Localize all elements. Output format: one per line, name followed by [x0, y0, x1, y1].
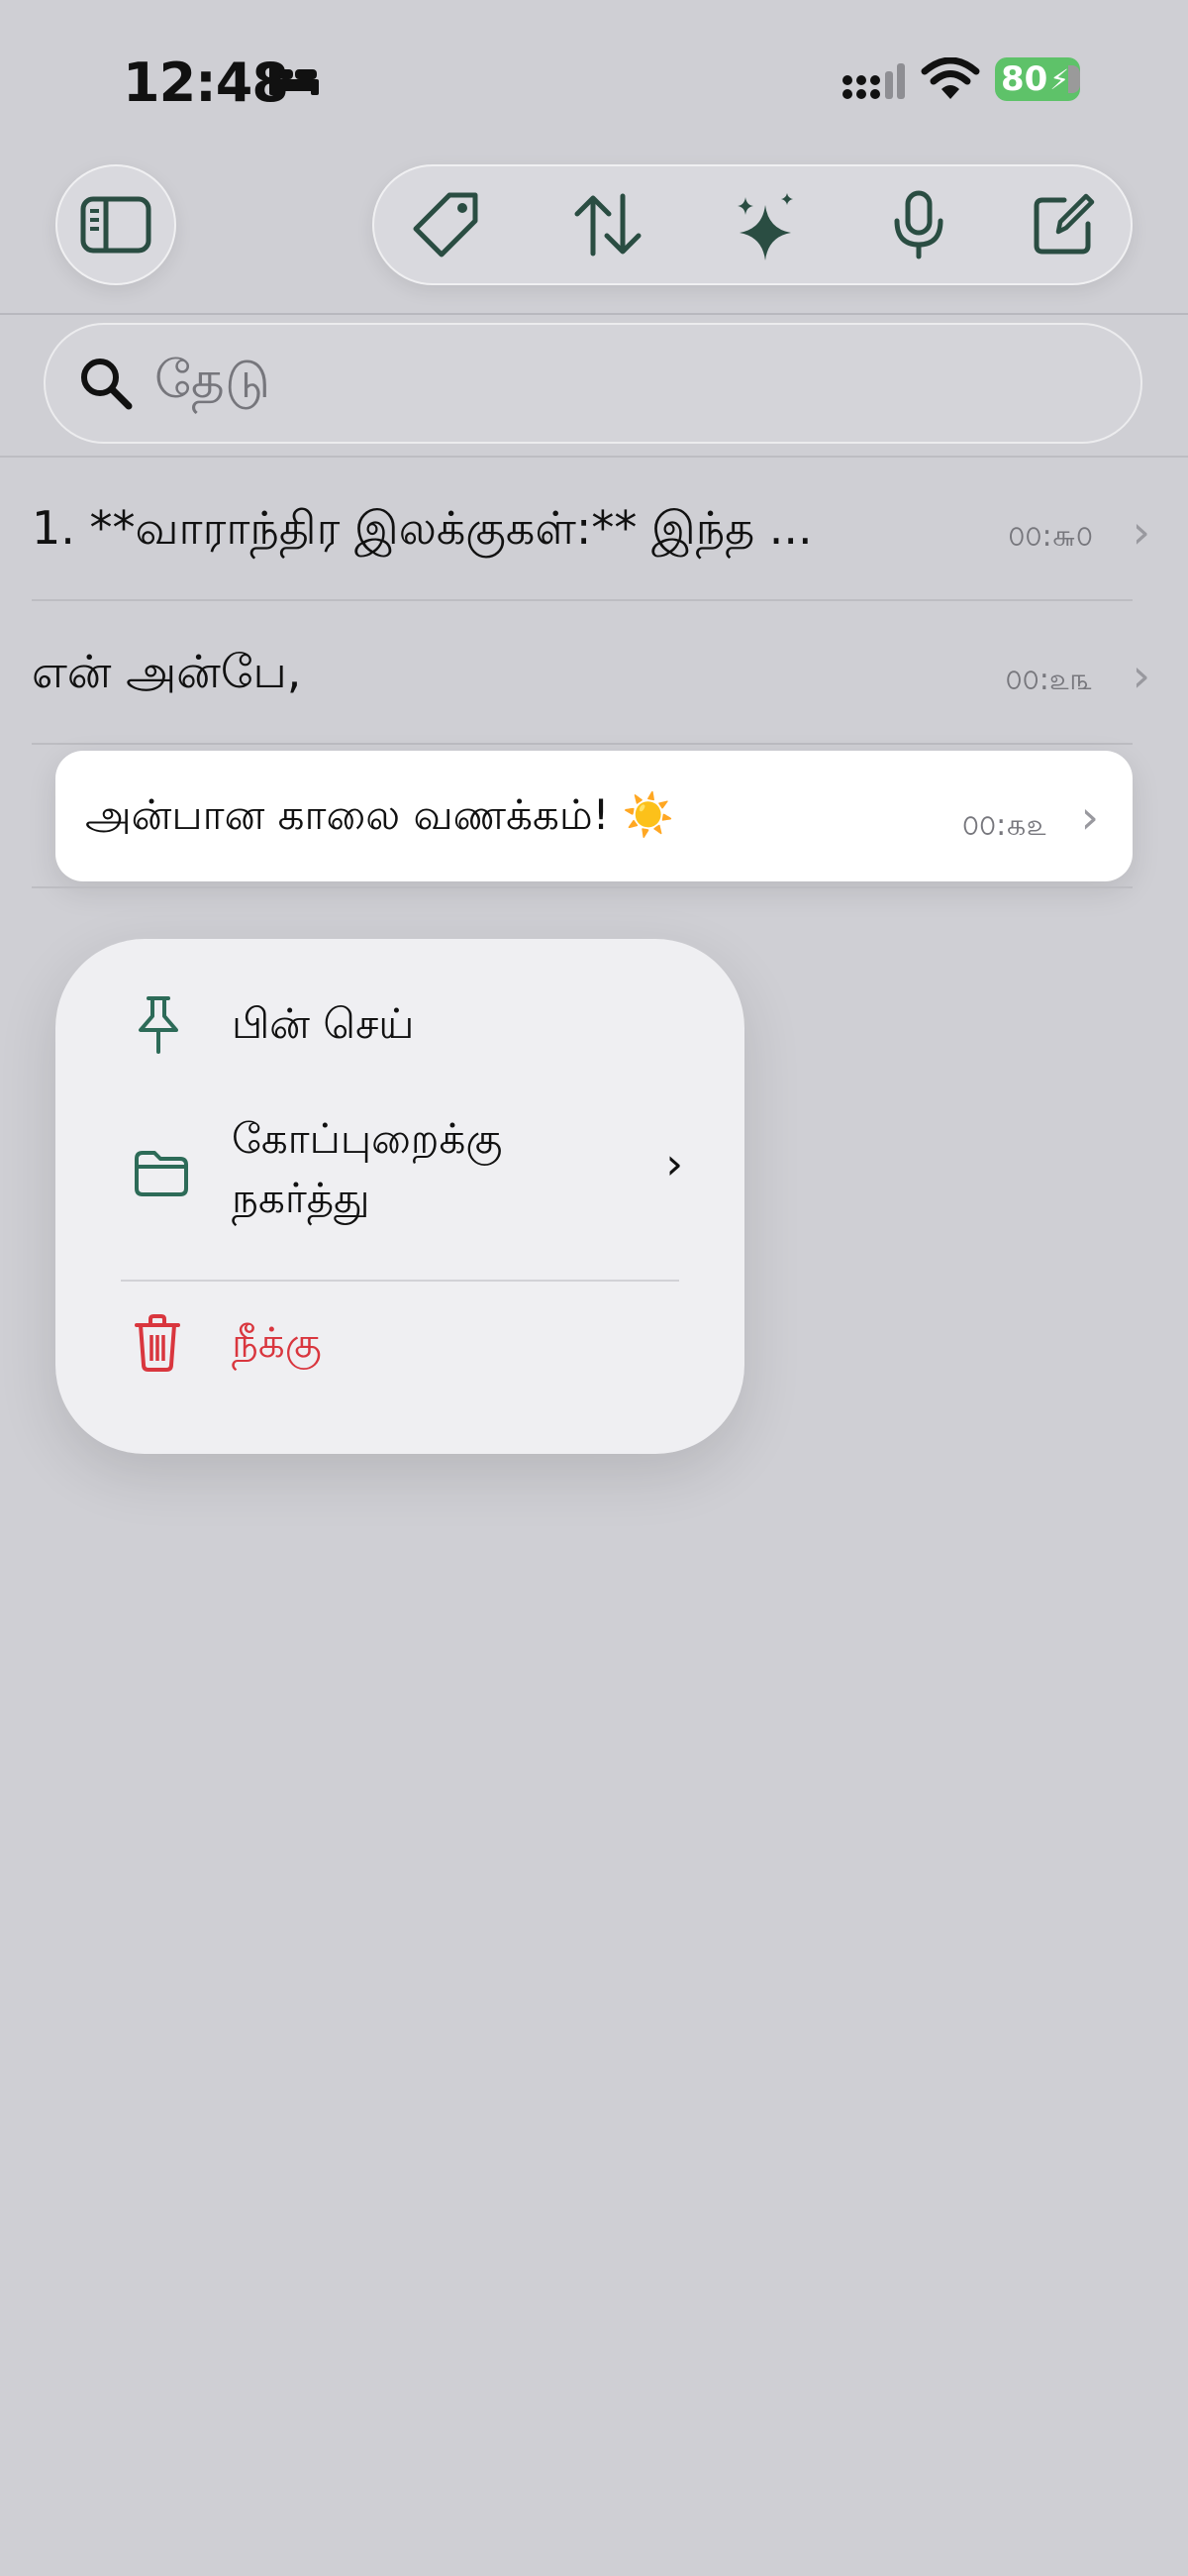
move-to-folder-menu-item[interactable]: கோப்புறைக்கு நகர்த்து › [55, 1109, 744, 1238]
delete-menu-item[interactable]: நீக்கு [55, 1313, 744, 1422]
sparkle-icon [738, 193, 793, 260]
note-title: அன்பான காலை வணக்கம்! ☀️ [85, 790, 675, 839]
menu-divider [121, 1280, 679, 1282]
sidebar-icon [80, 196, 151, 254]
chevron-right-icon: › [1080, 790, 1099, 844]
delete-label: நீக்கு [232, 1318, 322, 1367]
bed-icon [267, 61, 321, 101]
compose-icon [1034, 193, 1095, 255]
row-divider [32, 743, 1133, 745]
search-icon [79, 357, 133, 414]
pin-label: பின் செய் [232, 999, 415, 1048]
compose-button[interactable] [1024, 185, 1103, 264]
status-time: 12:48 [123, 52, 289, 114]
chevron-right-icon: › [1132, 505, 1150, 559]
wifi-icon [921, 56, 980, 105]
sort-arrows-icon [574, 193, 642, 257]
header-divider [0, 313, 1188, 315]
note-row[interactable]: என் அன்பே, ௦௦:௨௩ › [0, 601, 1188, 745]
ai-sparkle-button[interactable] [729, 185, 808, 264]
status-bar: 12:48 80 ⚡ [0, 0, 1188, 158]
move-to-folder-label-line2: நகர்த்து [232, 1174, 370, 1222]
battery-cap [1068, 65, 1080, 93]
note-time: ௦௦:௨௩ [1005, 663, 1093, 697]
tag-button[interactable] [406, 185, 485, 264]
sort-button[interactable] [568, 185, 647, 264]
cellular-signal-icon [842, 61, 905, 105]
pin-icon [133, 994, 184, 1060]
top-toolbar [372, 164, 1133, 285]
note-row[interactable]: 1. **வாராந்திர இலக்குகள்:** இந்த ... ௦௦:… [0, 458, 1188, 601]
row-divider [32, 886, 1133, 888]
search-bar[interactable]: தேடு [44, 323, 1142, 444]
note-title: என் அன்பே, [32, 645, 302, 698]
search-input[interactable]: தேடு [154, 351, 270, 417]
note-title: 1. **வாராந்திர இலக்குகள்:** இந்த ... [32, 501, 813, 555]
microphone-button[interactable] [879, 185, 958, 264]
note-time: ௦௦:௧௨ [961, 808, 1047, 843]
battery-level: 80 [1001, 59, 1048, 99]
charging-bolt-icon: ⚡ [1049, 62, 1069, 96]
context-menu: பின் செய் கோப்புறைக்கு நகர்த்து › நீக்கு [55, 939, 744, 1454]
pin-menu-item[interactable]: பின் செய் [55, 988, 744, 1097]
tag-icon [413, 192, 478, 258]
folder-icon [133, 1149, 190, 1200]
chevron-right-icon: › [665, 1139, 683, 1189]
microphone-icon [894, 190, 943, 259]
note-time: ௦௦:௬௦ [1008, 519, 1093, 554]
selected-note-row[interactable]: அன்பான காலை வணக்கம்! ☀️ ௦௦:௧௨ › [55, 751, 1133, 881]
chevron-right-icon: › [1132, 649, 1150, 702]
sidebar-toggle-button[interactable] [55, 164, 176, 285]
move-to-folder-label-line1: கோப்புறைக்கு [232, 1114, 503, 1163]
trash-icon [133, 1313, 182, 1377]
